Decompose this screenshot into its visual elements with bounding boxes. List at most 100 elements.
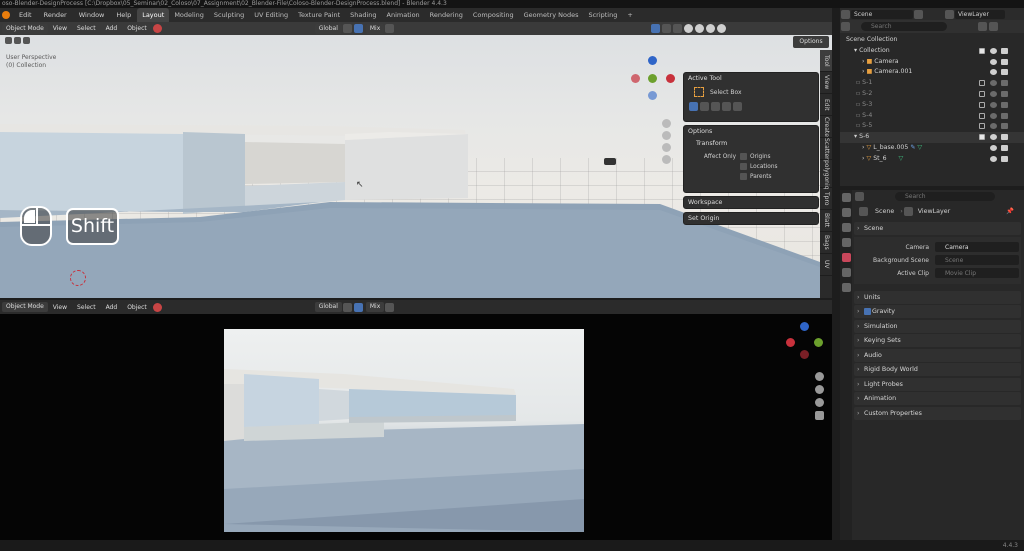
sidebar-tab-tpro[interactable]: Tpro — [820, 188, 832, 210]
cam-axis-z-icon[interactable] — [800, 322, 809, 331]
shading-wireframe-icon[interactable] — [684, 24, 694, 33]
proportional-edit-icon-bottom[interactable] — [385, 302, 395, 312]
new-collection-icon[interactable] — [989, 22, 998, 31]
outliner-row-camera-001[interactable]: › ■ Camera.001 — [840, 67, 1024, 78]
options-header[interactable]: Options — [684, 126, 818, 138]
tab-rendering[interactable]: Rendering — [425, 8, 468, 22]
camera-navigation-gizmo[interactable] — [786, 322, 826, 362]
view-layer-selector[interactable]: ViewLayer — [955, 9, 1005, 19]
animation-section[interactable]: Animation — [854, 392, 1021, 405]
object-mode-dropdown[interactable]: Object Mode — [2, 23, 48, 34]
tab-sculpting[interactable]: Sculpting — [209, 8, 249, 22]
axis-y-icon[interactable] — [648, 74, 657, 83]
blender-logo-icon[interactable] — [2, 11, 10, 19]
background-scene-field[interactable]: Scene — [935, 254, 1019, 265]
bottom-menu-add[interactable]: Add — [101, 301, 123, 314]
shading-material-icon[interactable] — [706, 24, 716, 33]
active-tool-header[interactable]: Active Tool — [684, 73, 818, 85]
zoom-icon[interactable] — [662, 119, 671, 128]
outliner-row-l-base[interactable]: › ▽ L_base.005 ✎ ▽ — [840, 143, 1024, 154]
units-section[interactable]: Units — [854, 290, 1021, 304]
camera-field[interactable]: Camera — [935, 241, 1019, 252]
axis-neg-x-icon[interactable] — [631, 74, 640, 83]
add-workspace-button[interactable]: + — [622, 8, 637, 22]
cam-zoom-icon[interactable] — [815, 372, 824, 381]
shading-rendered-icon[interactable] — [717, 24, 727, 33]
select-box-icon[interactable] — [694, 87, 704, 97]
custom-properties-section[interactable]: Custom Properties — [854, 406, 1021, 420]
outliner-search-input[interactable]: Search — [861, 22, 947, 31]
scene-section-header[interactable]: Scene — [854, 222, 1021, 235]
render-camera-icon[interactable] — [1001, 123, 1008, 130]
exclude-checkbox[interactable] — [979, 101, 985, 108]
transform-subheader[interactable]: Transform — [684, 138, 818, 150]
visibility-eye-icon[interactable] — [990, 101, 997, 108]
tab-shading[interactable]: Shading — [345, 8, 381, 22]
view-layer-icon[interactable] — [945, 9, 954, 19]
record-icon-bottom[interactable] — [152, 302, 162, 312]
snap-target-dropdown[interactable]: Mix — [365, 23, 385, 34]
sidebar-tab-uv[interactable]: UV — [820, 254, 832, 276]
display-mode-icon[interactable] — [841, 22, 850, 31]
pivot-icon-bottom[interactable] — [342, 302, 352, 312]
overlays-icon[interactable] — [662, 24, 672, 33]
bottom-menu-object[interactable]: Object — [122, 301, 152, 314]
outliner-row-st6[interactable]: › ▽ St_6 ▽ — [840, 154, 1024, 165]
sidebar-tab-view[interactable]: View — [820, 72, 832, 94]
rigid-body-world-section[interactable]: Rigid Body World — [854, 363, 1021, 376]
show-gizmo-icon[interactable] — [651, 24, 661, 33]
cam-axis-x-icon[interactable] — [786, 338, 795, 347]
sidebar-tab-tool[interactable]: Tool — [820, 50, 832, 72]
render-camera-icon[interactable] — [1001, 144, 1008, 151]
render-camera-icon[interactable] — [1001, 90, 1008, 97]
options-button[interactable]: Options — [793, 36, 829, 48]
workspace-panel[interactable]: Workspace — [683, 196, 819, 209]
axis-z-icon[interactable] — [648, 56, 657, 65]
tab-compositing[interactable]: Compositing — [468, 8, 519, 22]
render-camera-icon[interactable] — [1001, 134, 1008, 141]
viewport-menu-view[interactable]: View — [48, 22, 72, 35]
select-mode-new-icon[interactable] — [689, 102, 698, 111]
record-icon[interactable] — [152, 24, 162, 33]
select-mode-extend-icon[interactable] — [700, 102, 709, 111]
tab-modeling[interactable]: Modeling — [169, 8, 209, 22]
exclude-checkbox[interactable] — [979, 123, 985, 130]
bottom-menu-view[interactable]: View — [48, 301, 72, 314]
render-tab-icon[interactable] — [841, 208, 851, 217]
outliner-row-s4[interactable]: ▫ S-4 — [840, 111, 1024, 122]
workspace-header[interactable]: Workspace — [684, 197, 818, 209]
render-camera-icon[interactable] — [1001, 80, 1008, 87]
tab-texture-paint[interactable]: Texture Paint — [293, 8, 345, 22]
select-mode-subtract-icon[interactable] — [711, 102, 720, 111]
sidebar-tab-scatter[interactable]: Scatter — [820, 138, 832, 160]
sidebar-tab-bags[interactable]: Bags — [820, 232, 832, 254]
tab-layout[interactable]: Layout — [137, 8, 170, 22]
visibility-eye-icon[interactable] — [990, 47, 997, 54]
snap-icon[interactable] — [353, 24, 363, 33]
visibility-eye-icon[interactable] — [990, 90, 997, 97]
cam-lock-icon[interactable] — [815, 411, 824, 420]
outliner-row-s1[interactable]: ▫ S-1 — [840, 78, 1024, 89]
tab-uv-editing[interactable]: UV Editing — [249, 8, 293, 22]
visibility-eye-icon[interactable] — [990, 155, 997, 162]
select-mode-invert-icon[interactable] — [722, 102, 731, 111]
sidebar-tab-create[interactable]: Create — [820, 116, 832, 138]
properties-search-input[interactable]: Search — [895, 191, 995, 201]
tab-animation[interactable]: Animation — [382, 8, 425, 22]
snap-icon-bottom[interactable] — [353, 302, 363, 312]
render-camera-icon[interactable] — [1001, 101, 1008, 108]
pin-icon[interactable]: 📌 — [1006, 207, 1014, 215]
exclude-checkbox[interactable] — [979, 112, 985, 119]
shading-solid-icon[interactable] — [695, 24, 705, 33]
filter-icon[interactable] — [978, 22, 987, 31]
tool-tab-icon[interactable] — [841, 193, 851, 202]
axis-neg-z-icon[interactable] — [648, 91, 657, 100]
cam-pan-hand-icon[interactable] — [815, 385, 824, 394]
gravity-section[interactable]: Gravity — [854, 305, 1021, 318]
render-camera-icon[interactable] — [1001, 47, 1008, 54]
tab-geometry-nodes[interactable]: Geometry Nodes — [519, 8, 584, 22]
outliner-row-s3[interactable]: ▫ S-3 — [840, 100, 1024, 111]
xray-icon[interactable] — [673, 24, 683, 33]
pan-hand-icon[interactable] — [662, 131, 671, 140]
tool-move-icon[interactable] — [23, 37, 30, 44]
